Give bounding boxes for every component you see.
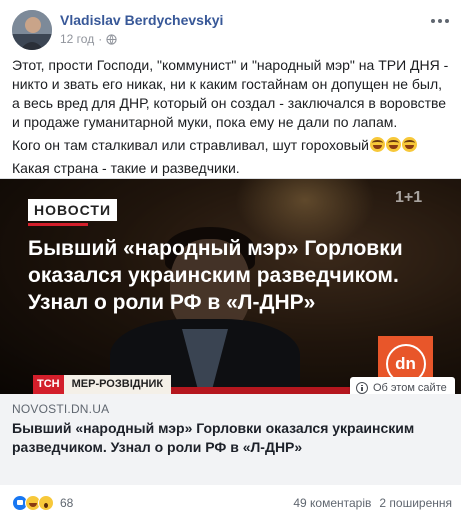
- about-site-button[interactable]: Об этом сайте: [350, 377, 455, 394]
- post-meta: 12 год ·: [60, 32, 117, 46]
- channel-logo: 1+1: [395, 189, 423, 206]
- preview-title[interactable]: Бывший «народный мэр» Горловки оказался …: [12, 419, 452, 457]
- author-name[interactable]: Vladislav Berdychevskyi: [60, 12, 223, 28]
- news-label: НОВОСТИ: [28, 199, 118, 221]
- post-text: Этот, прости Господи, "коммунист" и "нар…: [12, 56, 452, 182]
- post-paragraph: Кого он там сталкивал или стравливал, шу…: [12, 136, 452, 155]
- shares-count[interactable]: 2 поширення: [379, 496, 452, 510]
- post-footer: 68 49 коментарів 2 поширення: [12, 494, 452, 512]
- post-time[interactable]: 12 год: [60, 32, 94, 46]
- facebook-post: Vladislav Berdychevskyi 12 год · Этот, п…: [0, 0, 461, 512]
- more-options-icon[interactable]: [428, 14, 452, 28]
- tsn-strap: ТСН МЕР-РОЗВІДНИК: [33, 375, 172, 394]
- preview-image[interactable]: 1+1 НОВОСТИ Бывший «народный мэр» Горлов…: [0, 179, 461, 394]
- author-avatar[interactable]: [12, 10, 52, 50]
- post-paragraph: Этот, прости Господи, "коммунист" и "нар…: [12, 57, 449, 130]
- reaction-count[interactable]: 68: [60, 496, 73, 510]
- info-icon: [356, 382, 368, 394]
- preview-domain: NOVOSTI.DN.UA: [12, 402, 110, 416]
- tsn-strap-text: МЕР-РОЗВІДНИК: [63, 375, 172, 394]
- preview-caption[interactable]: NOVOSTI.DN.UA Бывший «народный мэр» Горл…: [0, 394, 461, 485]
- post-header: Vladislav Berdychevskyi 12 год ·: [12, 10, 452, 50]
- preview-headline: Бывший «народный мэр» Горловки оказался …: [28, 237, 403, 314]
- post-paragraph: Какая страна - такие и разведчики.: [12, 160, 240, 176]
- laughing-emoji-icon: [401, 137, 417, 152]
- tsn-logo: ТСН: [33, 375, 64, 394]
- link-preview[interactable]: 1+1 НОВОСТИ Бывший «народный мэр» Горлов…: [0, 178, 461, 485]
- comments-count[interactable]: 49 коментарів: [293, 496, 371, 510]
- laughing-emoji-icon: [385, 137, 401, 152]
- laughing-emoji-icon: [369, 137, 385, 152]
- reactions[interactable]: 68: [12, 495, 73, 511]
- globe-icon[interactable]: [106, 33, 117, 45]
- wow-icon: [38, 495, 54, 511]
